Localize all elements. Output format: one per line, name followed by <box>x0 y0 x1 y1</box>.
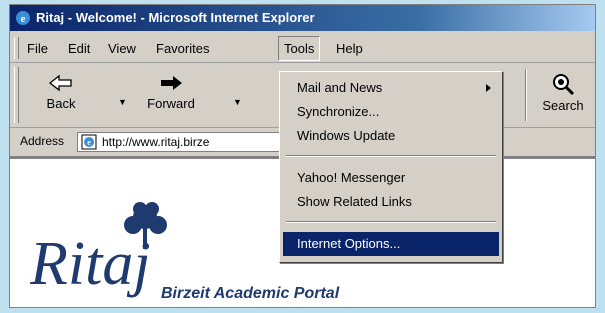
back-dropdown-icon[interactable]: ▼ <box>118 97 127 107</box>
menu-favorites[interactable]: Favorites <box>156 41 209 56</box>
toolbar-separator <box>525 69 527 121</box>
browser-window: e Ritaj - Welcome! - Microsoft Internet … <box>9 4 596 308</box>
menu-separator <box>286 221 496 223</box>
menu-tools[interactable]: Tools <box>278 36 321 61</box>
menu-view[interactable]: View <box>108 41 136 56</box>
ie-icon: e <box>16 11 30 25</box>
toolbar-grip[interactable] <box>14 67 19 123</box>
forward-label: Forward <box>147 96 195 111</box>
menu-separator <box>286 155 496 157</box>
search-label: Search <box>542 98 584 113</box>
menu-item-yahoo-messenger[interactable]: Yahoo! Messenger <box>283 166 499 190</box>
portal-title: Birzeit Academic Portal <box>161 285 340 302</box>
menubar-grip[interactable] <box>14 37 19 59</box>
svg-text:Ritaj: Ritaj <box>30 230 151 298</box>
menu-item-show-related-links[interactable]: Show Related Links <box>283 190 499 214</box>
menu-bar: File Edit View Favorites Tools Help <box>10 33 595 63</box>
menu-item-mail-and-news[interactable]: Mail and News <box>283 76 499 100</box>
menu-item-internet-options[interactable]: Internet Options... <box>283 232 499 256</box>
window-title: Ritaj - Welcome! - Microsoft Internet Ex… <box>36 10 315 25</box>
search-icon <box>553 74 575 95</box>
svg-text:e: e <box>87 138 91 147</box>
address-url: http://www.ritaj.birze <box>102 135 210 149</box>
back-button[interactable]: Back <box>36 73 86 111</box>
submenu-arrow-icon <box>486 84 491 92</box>
title-bar[interactable]: e Ritaj - Welcome! - Microsoft Internet … <box>10 5 595 31</box>
back-arrow-icon <box>48 74 72 92</box>
forward-arrow-icon <box>161 76 182 90</box>
forward-button[interactable]: Forward <box>136 73 206 111</box>
search-button[interactable]: Search <box>538 73 588 113</box>
menu-help[interactable]: Help <box>336 41 363 56</box>
address-label: Address <box>20 134 65 148</box>
address-input[interactable]: e http://www.ritaj.birze <box>77 132 284 152</box>
menu-item-synchronize[interactable]: Synchronize... <box>283 100 499 124</box>
menu-item-windows-update[interactable]: Windows Update <box>283 124 499 148</box>
tools-menu-dropdown: Mail and News Synchronize... Windows Upd… <box>279 71 503 263</box>
svg-text:e: e <box>21 13 26 25</box>
back-label: Back <box>46 96 76 111</box>
page-icon: e <box>81 134 97 150</box>
menu-file[interactable]: File <box>27 41 48 56</box>
menu-edit[interactable]: Edit <box>68 41 90 56</box>
forward-dropdown-icon[interactable]: ▼ <box>233 97 242 107</box>
